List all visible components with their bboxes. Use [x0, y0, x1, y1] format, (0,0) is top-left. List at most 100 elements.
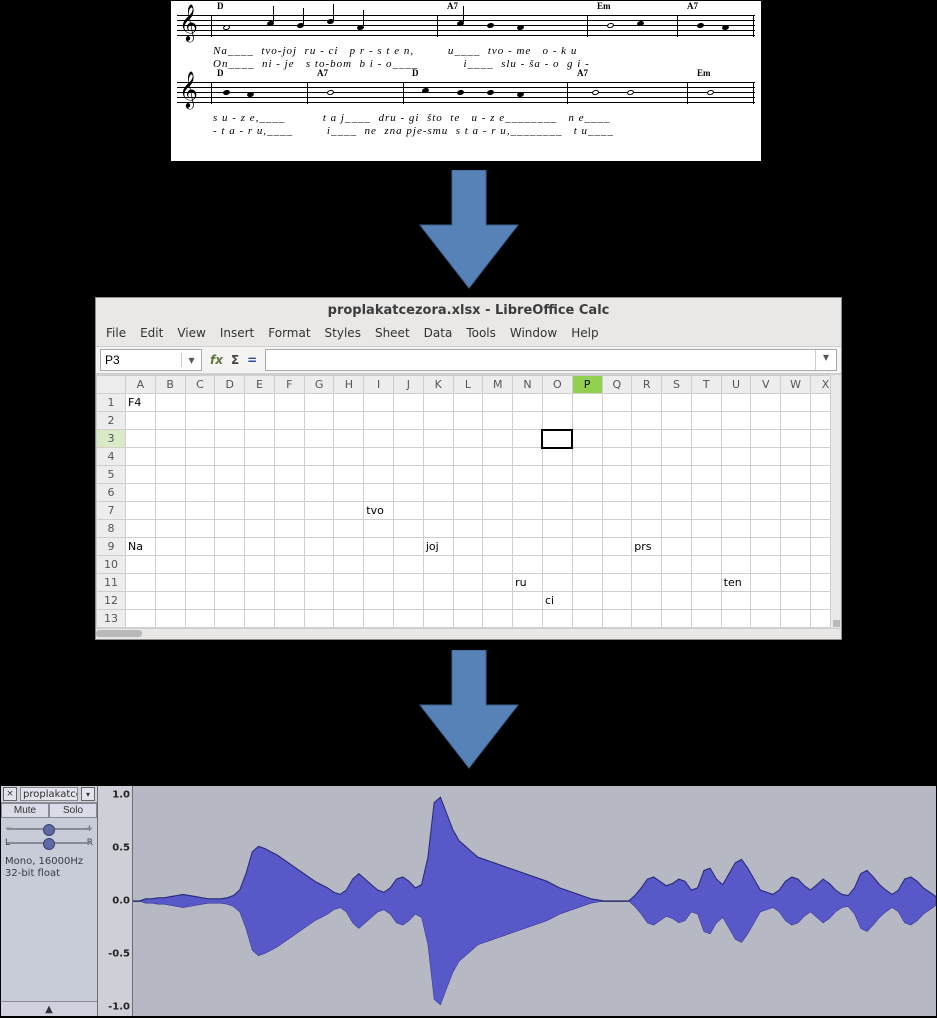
cell-F1[interactable] [274, 394, 304, 412]
cell-G10[interactable] [304, 556, 334, 574]
cell-K12[interactable] [423, 592, 453, 610]
cell-Q6[interactable] [602, 484, 632, 502]
cell-B1[interactable] [155, 394, 185, 412]
cell-C8[interactable] [185, 520, 215, 538]
cell-P1[interactable] [572, 394, 602, 412]
cell-P2[interactable] [572, 412, 602, 430]
cell-D10[interactable] [215, 556, 245, 574]
col-header-S[interactable]: S [662, 376, 692, 394]
row-header-13[interactable]: 13 [97, 610, 126, 628]
cell-F5[interactable] [274, 466, 304, 484]
cell-E2[interactable] [245, 412, 275, 430]
cell-R5[interactable] [632, 466, 662, 484]
collapse-track-button[interactable]: ▲ [1, 1001, 97, 1016]
cell-G11[interactable] [304, 574, 334, 592]
solo-button[interactable]: Solo [49, 803, 97, 818]
cell-M8[interactable] [483, 520, 513, 538]
cell-S4[interactable] [662, 448, 692, 466]
row-header-6[interactable]: 6 [97, 484, 126, 502]
cell-U3[interactable] [721, 430, 751, 448]
cell-I3[interactable] [364, 430, 394, 448]
cell-A7[interactable] [126, 502, 156, 520]
cell-V10[interactable] [751, 556, 781, 574]
cell-T6[interactable] [691, 484, 721, 502]
cell-U2[interactable] [721, 412, 751, 430]
cell-D5[interactable] [215, 466, 245, 484]
cell-M9[interactable] [483, 538, 513, 556]
cell-L9[interactable] [453, 538, 483, 556]
cell-H9[interactable] [334, 538, 364, 556]
cell-S13[interactable] [662, 610, 692, 628]
col-header-G[interactable]: G [304, 376, 334, 394]
cell-W8[interactable] [781, 520, 811, 538]
cell-K8[interactable] [423, 520, 453, 538]
cell-N9[interactable] [513, 538, 543, 556]
col-header-H[interactable]: H [334, 376, 364, 394]
cell-J11[interactable] [394, 574, 424, 592]
cell-R6[interactable] [632, 484, 662, 502]
cell-G6[interactable] [304, 484, 334, 502]
cell-D8[interactable] [215, 520, 245, 538]
cell-H1[interactable] [334, 394, 364, 412]
cell-A11[interactable] [126, 574, 156, 592]
cell-A6[interactable] [126, 484, 156, 502]
cell-F2[interactable] [274, 412, 304, 430]
cell-S10[interactable] [662, 556, 692, 574]
cell-Q1[interactable] [602, 394, 632, 412]
cell-I12[interactable] [364, 592, 394, 610]
cell-N4[interactable] [513, 448, 543, 466]
cell-B13[interactable] [155, 610, 185, 628]
cell-W11[interactable] [781, 574, 811, 592]
cell-G3[interactable] [304, 430, 334, 448]
menu-sheet[interactable]: Sheet [375, 326, 410, 340]
cell-F12[interactable] [274, 592, 304, 610]
cell-N3[interactable] [513, 430, 543, 448]
cell-C7[interactable] [185, 502, 215, 520]
cell-A13[interactable] [126, 610, 156, 628]
cell-D2[interactable] [215, 412, 245, 430]
cell-T1[interactable] [691, 394, 721, 412]
cell-A10[interactable] [126, 556, 156, 574]
cell-N7[interactable] [513, 502, 543, 520]
cell-G2[interactable] [304, 412, 334, 430]
cell-V1[interactable] [751, 394, 781, 412]
cell-L7[interactable] [453, 502, 483, 520]
cell-S11[interactable] [662, 574, 692, 592]
cell-J1[interactable] [394, 394, 424, 412]
cell-B5[interactable] [155, 466, 185, 484]
cell-W6[interactable] [781, 484, 811, 502]
cell-Q9[interactable] [602, 538, 632, 556]
formula-icon[interactable]: = [247, 353, 257, 367]
cell-S2[interactable] [662, 412, 692, 430]
cell-G5[interactable] [304, 466, 334, 484]
cell-H2[interactable] [334, 412, 364, 430]
row-header-5[interactable]: 5 [97, 466, 126, 484]
cell-C12[interactable] [185, 592, 215, 610]
cell-K5[interactable] [423, 466, 453, 484]
cell-A5[interactable] [126, 466, 156, 484]
cell-F3[interactable] [274, 430, 304, 448]
cell-O5[interactable] [542, 466, 572, 484]
cell-V8[interactable] [751, 520, 781, 538]
select-all-corner[interactable] [97, 376, 126, 394]
cell-A4[interactable] [126, 448, 156, 466]
pan-slider[interactable]: LR [5, 838, 93, 848]
cell-V5[interactable] [751, 466, 781, 484]
cell-W5[interactable] [781, 466, 811, 484]
row-header-7[interactable]: 7 [97, 502, 126, 520]
row-header-4[interactable]: 4 [97, 448, 126, 466]
cell-F10[interactable] [274, 556, 304, 574]
cell-P10[interactable] [572, 556, 602, 574]
cell-V6[interactable] [751, 484, 781, 502]
cell-Q3[interactable] [602, 430, 632, 448]
cell-L2[interactable] [453, 412, 483, 430]
cell-T12[interactable] [691, 592, 721, 610]
cell-E9[interactable] [245, 538, 275, 556]
cell-P12[interactable] [572, 592, 602, 610]
cell-A12[interactable] [126, 592, 156, 610]
cell-J9[interactable] [394, 538, 424, 556]
cell-C11[interactable] [185, 574, 215, 592]
menu-styles[interactable]: Styles [325, 326, 361, 340]
cell-O4[interactable] [542, 448, 572, 466]
cell-N6[interactable] [513, 484, 543, 502]
